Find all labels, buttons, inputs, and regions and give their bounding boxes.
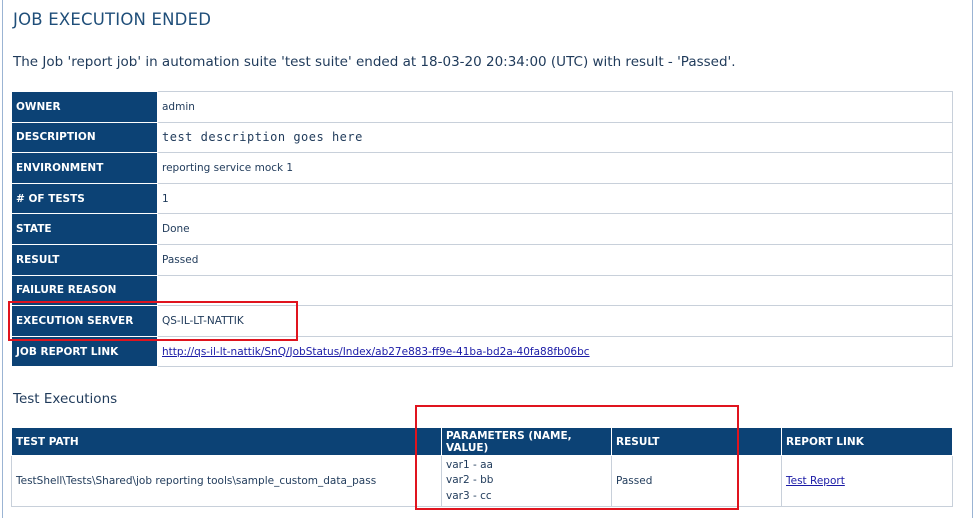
column-header-report-link: REPORT LINK [781,427,953,456]
execution-server-highlight [8,301,298,341]
test-report-link[interactable]: Test Report [786,475,845,487]
page-title: JOB EXECUTION ENDED [13,10,212,29]
result-label: RESULT [11,243,158,276]
state-value: Done [157,213,953,245]
environment-value: reporting service mock 1 [157,152,953,184]
num-tests-value: 1 [157,182,953,215]
description-label: DESCRIPTION [11,121,158,154]
table-row: ENVIRONMENT reporting service mock 1 [11,152,953,184]
state-label: STATE [11,213,158,245]
table-row: OWNER admin [11,91,953,123]
num-tests-label: # OF TESTS [11,182,158,215]
table-row: DESCRIPTION test description goes here [11,121,953,154]
parameters-result-highlight [415,405,739,510]
test-path-cell: TestShell\Tests\Shared\job reporting too… [11,455,442,507]
window-left-border [2,0,3,518]
job-report-link[interactable]: http://qs-il-lt-nattik/SnQ/JobStatus/Ind… [162,346,590,358]
owner-label: OWNER [11,91,158,123]
job-summary: The Job 'report job' in automation suite… [13,54,736,70]
result-value: Passed [157,243,953,276]
window-right-border [972,0,973,518]
column-header-test-path: TEST PATH [11,427,442,456]
environment-label: ENVIRONMENT [11,152,158,184]
table-row: # OF TESTS 1 [11,182,953,215]
report-link-cell: Test Report [781,455,953,507]
description-value: test description goes here [157,121,953,154]
owner-value: admin [157,91,953,123]
table-row: RESULT Passed [11,243,953,276]
table-row: STATE Done [11,213,953,245]
test-executions-heading: Test Executions [13,391,118,407]
